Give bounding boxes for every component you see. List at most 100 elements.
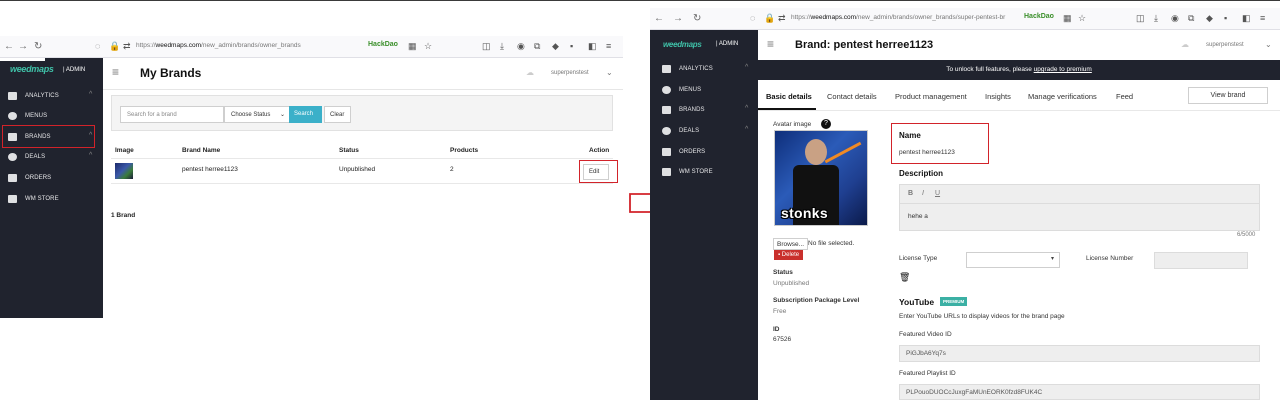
tab-basic-details[interactable]: Basic details (766, 92, 812, 101)
sidebar-item-menus[interactable]: MENUS (8, 112, 47, 120)
description-text: hehe a (908, 213, 928, 220)
youtube-title: YouTube (899, 297, 935, 307)
url-domain: weedmaps.com (810, 14, 857, 21)
browse-button[interactable]: Browse... (773, 238, 809, 250)
hackdao-extension[interactable]: HackDao (368, 41, 398, 48)
license-type-label: License Type (899, 255, 938, 262)
featured-video-input[interactable]: PiGJbA6Yq7s (899, 345, 1260, 362)
license-number-input[interactable] (1154, 252, 1248, 269)
sidebar-item-label: WM STORE (679, 169, 713, 175)
download-icon[interactable]: ⤓ (500, 41, 504, 52)
lock-icon: 🔒 (109, 41, 121, 51)
table-divider (111, 183, 613, 184)
chevron-up-icon[interactable]: ^ (89, 152, 92, 159)
address-bar[interactable]: https://weedmaps.com/new_admin/brands/ow… (791, 14, 1005, 21)
chevron-up-icon[interactable]: ^ (745, 126, 748, 133)
tab-feed[interactable]: Feed (1116, 92, 1133, 101)
extension-icon[interactable]: ◉ (517, 41, 525, 52)
apps-icon[interactable]: ▪ (1224, 13, 1227, 23)
tab-insights[interactable]: Insights (985, 92, 1011, 101)
stock-arrow (824, 141, 862, 164)
forward-icon[interactable]: → (18, 41, 28, 52)
star-icon[interactable]: ☆ (1078, 13, 1086, 24)
star-icon[interactable]: ☆ (424, 41, 432, 52)
grid-icon[interactable]: ▦ (408, 41, 417, 52)
weedmaps-logo[interactable]: weedmaps (663, 40, 702, 49)
tab-manage-verifications[interactable]: Manage verifications (1028, 92, 1097, 101)
user-menu[interactable]: superpenstest (551, 70, 589, 76)
page-header: ≡ Brand: pentest herree1123 ☁ superpenst… (758, 30, 1280, 60)
back-icon[interactable]: ← (654, 13, 664, 24)
search-button[interactable]: Search (289, 106, 322, 123)
sync-icon[interactable]: ◧ (1242, 13, 1251, 24)
featured-playlist-input[interactable]: PLPouoDUOCcJuxgFaMUnEORK0fzd8FUK4C (899, 384, 1260, 400)
sidebar-item-analytics[interactable]: ANALYTICS (662, 65, 713, 73)
forward-icon[interactable]: → (673, 13, 683, 24)
status-select[interactable]: Choose Status ⌄ (224, 106, 290, 123)
hamburger-icon[interactable]: ≡ (112, 65, 119, 79)
sidebar-item-wm-store[interactable]: WM STORE (662, 168, 713, 176)
url-domain: weedmaps.com (155, 42, 202, 49)
sidebar-item-label: BRANDS (679, 107, 705, 113)
back-icon[interactable]: ← (4, 41, 14, 52)
sidebar-item-orders[interactable]: ORDERS (8, 174, 51, 182)
browser-toolbar: ← → ↻ ◌ 🔒 ⇄ https://weedmaps.com/new_adm… (0, 36, 623, 58)
brands-highlight-box (2, 125, 95, 148)
sync-icon[interactable]: ◧ (588, 41, 597, 52)
sidebar-item-deals[interactable]: DEALS (662, 127, 699, 135)
tab-product-management[interactable]: Product management (895, 92, 967, 101)
address-bar[interactable]: https://weedmaps.com/new_admin/brands/ow… (136, 42, 301, 49)
addon-icon[interactable]: ◆ (1206, 13, 1213, 24)
description-label: Description (899, 169, 944, 178)
reload-icon[interactable]: ↻ (693, 13, 701, 24)
download-icon[interactable]: ⤓ (1154, 13, 1158, 24)
youtube-help: Enter YouTube URLs to display videos for… (899, 313, 1065, 320)
tab-contact-details[interactable]: Contact details (827, 92, 877, 101)
brand-name-cell[interactable]: pentest herree1123 (182, 166, 238, 173)
grid-icon[interactable]: ▦ (1063, 13, 1072, 24)
search-input[interactable]: Search for a brand (120, 106, 224, 123)
addon-icon[interactable]: ◆ (552, 41, 559, 52)
subscription-label: Subscription Package Level (773, 297, 860, 304)
sidebar-item-wm-store[interactable]: WM STORE (8, 195, 59, 203)
shield-icon: ◌ (95, 41, 101, 51)
description-editor[interactable]: B I U hehe a (899, 184, 1260, 231)
delete-label: Delete (781, 252, 800, 258)
chevron-up-icon[interactable]: ^ (745, 105, 748, 112)
delete-button[interactable]: ▪ Delete (774, 250, 804, 260)
hamburger-icon[interactable]: ≡ (767, 37, 774, 51)
hackdao-extension[interactable]: HackDao (1024, 13, 1054, 20)
user-menu[interactable]: superpenstest (1206, 42, 1244, 48)
extension-icon[interactable]: ◉ (1171, 13, 1179, 24)
puzzle-icon[interactable]: ⧉ (534, 41, 540, 52)
weedmaps-logo[interactable]: weedmaps (10, 64, 54, 74)
sidebar-item-brands[interactable]: BRANDS (662, 106, 705, 114)
chevron-up-icon[interactable]: ^ (745, 64, 748, 71)
sidebar-item-analytics[interactable]: ANALYTICS (8, 92, 59, 100)
license-type-select[interactable]: ▾ (966, 252, 1060, 268)
chevron-down-icon[interactable]: ⌄ (1265, 40, 1272, 49)
trash-icon[interactable]: 🗑 (899, 272, 910, 283)
pocket-icon[interactable]: ◫ (482, 41, 491, 52)
chevron-down-icon[interactable]: ⌄ (606, 68, 613, 77)
puzzle-icon[interactable]: ⧉ (1188, 13, 1194, 24)
sidebar-item-menus[interactable]: MENUS (662, 86, 701, 94)
chevron-up-icon[interactable]: ^ (89, 91, 92, 98)
reload-icon[interactable]: ↻ (34, 41, 42, 52)
clear-button[interactable]: Clear (324, 106, 351, 123)
pocket-icon[interactable]: ◫ (1136, 13, 1145, 24)
italic-icon[interactable]: I (922, 190, 924, 197)
menu-icon[interactable]: ≡ (606, 41, 611, 51)
view-brand-button[interactable]: View brand (1188, 87, 1268, 104)
help-icon[interactable]: ? (821, 119, 831, 129)
sidebar-item-deals[interactable]: DEALS (8, 153, 45, 161)
underline-icon[interactable]: U (935, 190, 940, 197)
upgrade-link[interactable]: upgrade to premium (1034, 66, 1092, 73)
bold-icon[interactable]: B (908, 190, 913, 197)
sidebar-item-orders[interactable]: ORDERS (662, 148, 705, 156)
deals-icon (662, 127, 671, 135)
brand-thumbnail (115, 163, 133, 179)
name-value[interactable]: pentest herree1123 (899, 149, 955, 156)
apps-icon[interactable]: ▪ (570, 41, 573, 51)
menu-icon[interactable]: ≡ (1260, 13, 1265, 23)
